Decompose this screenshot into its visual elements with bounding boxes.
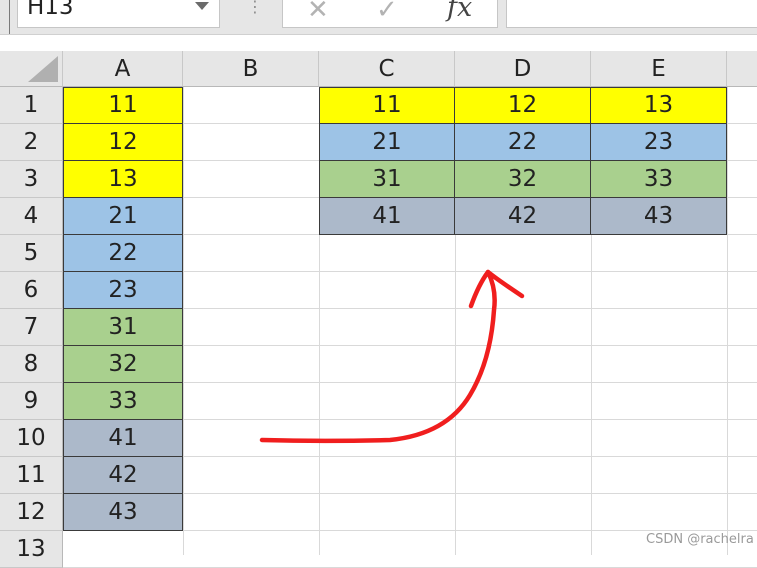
- red-arrow-annotation: [259, 269, 525, 443]
- arrow-curve: [259, 269, 497, 443]
- watermark: CSDN @rachelra: [646, 532, 754, 547]
